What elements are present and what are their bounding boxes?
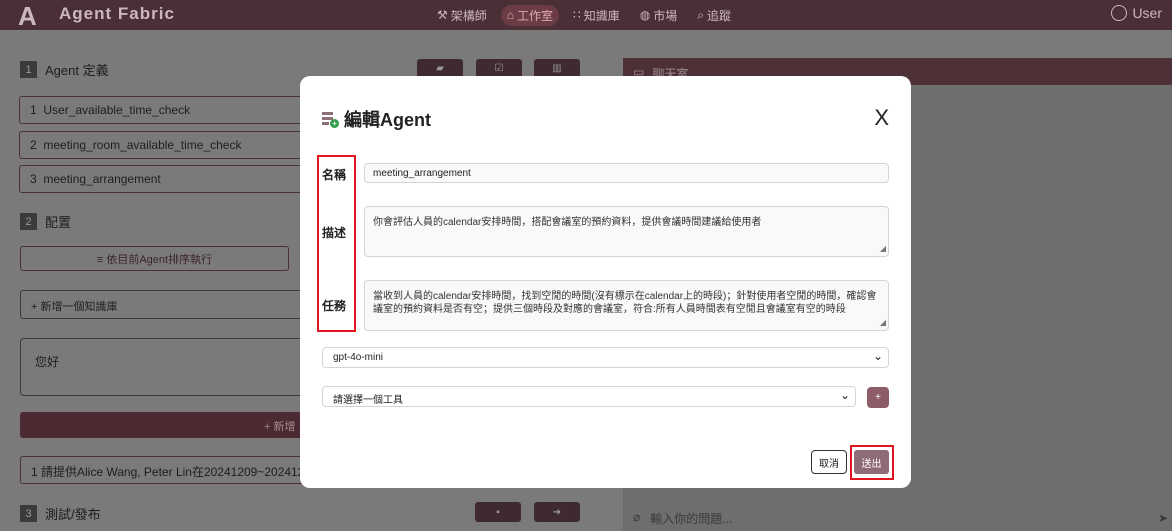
name-field[interactable]: meeting_arrangement [364,163,889,183]
save-button[interactable]: ▪ [475,502,521,522]
greeting-textarea[interactable]: 您好 [20,338,320,396]
section-number: 2 [20,213,37,230]
test-query-item[interactable]: 1 請提供Alice Wang, Peter Lin在20241209~2024… [20,456,320,484]
tool-select-value: 請選擇一個工具 [333,395,403,406]
nav-item-tracking[interactable]: ⌕ 追蹤 [697,7,731,24]
agent-name: meeting_room_available_time_check [43,138,242,152]
close-button[interactable]: X [874,105,889,131]
description-label: 描述 [322,226,347,240]
nav-item-label: 工作室 [517,8,554,23]
model-select-value: gpt-4o-mini [333,352,384,363]
top-bar: A Agent Fabric ⚒ 架構師 ⌂ 工作室 ∷ 知識庫 ◍ 市場 ⌕ … [0,0,1172,31]
section-agent-definition: 1 Agent 定義 [20,60,109,79]
edit-agent-dialog: + 編輯Agent X 名稱 描述 任務 meeting_arrangement… [300,76,911,488]
sort-order-button[interactable]: ≡ 依目前Agent排序執行 [20,246,289,271]
arrow-right-icon: ➜ [552,506,562,518]
attachment-icon[interactable]: ⌀ [633,510,640,525]
section-number: 3 [20,505,37,522]
chat-input-placeholder: 輸入你的問題... [650,512,733,526]
search-icon: ⌕ [697,7,704,22]
nav-item-label: 知識庫 [583,8,620,23]
agent-list-item[interactable]: 1 User_available_time_check [19,96,319,124]
agent-index: 1 [30,103,37,117]
add-knowledge-base-button[interactable]: + 新增一個知識庫 [20,290,320,319]
cancel-button[interactable]: 取消 [811,450,847,474]
logo-icon: A [18,1,37,31]
section-title: Agent 定義 [45,63,109,78]
section-title: 測試/發布 [45,507,101,522]
list-add-icon: + [322,111,339,128]
nav-item-market[interactable]: ◍ 市場 [640,7,678,24]
chevron-down-icon: ⌄ [872,349,883,363]
folder-icon: ▰ [436,63,444,74]
next-button[interactable]: ➜ [534,502,580,522]
name-label: 名稱 [322,168,347,182]
nav-item-architect[interactable]: ⚒ 架構師 [437,7,487,24]
description-field[interactable]: 你會評估人員的calendar安排時間，搭配會議室的預約資料，提供會議時間建議給… [364,206,889,257]
resize-handle-icon[interactable]: ◢ [880,242,886,255]
task-text: 當收到人員的calendar安排時間，找到空閒的時間(沒有標示在calendar… [373,291,877,315]
main-nav: ⚒ 架構師 ⌂ 工作室 ∷ 知識庫 ◍ 市場 ⌕ 追蹤 [437,0,731,30]
nav-item-studio[interactable]: ⌂ 工作室 [500,4,560,26]
agent-name: meeting_arrangement [43,172,161,186]
globe-icon: ◍ [639,8,651,22]
agent-name: User_available_time_check [43,103,191,117]
agent-list-item[interactable]: 3 meeting_arrangement [19,165,319,193]
add-tool-button[interactable]: + [867,387,889,408]
section-number: 1 [20,61,37,78]
agent-index: 3 [30,172,37,186]
section-test-publish: 3 測試/發布 [20,504,101,523]
section-configuration: 2 配置 [20,212,71,231]
model-select[interactable]: gpt-4o-mini ⌄ [322,347,889,368]
dialog-title-text: 編輯Agent [344,110,431,130]
user-icon [1111,5,1128,21]
save-icon: ▪ [496,506,500,518]
user-menu[interactable]: User [1111,5,1162,21]
architect-icon: ⚒ [437,8,448,22]
submit-button[interactable]: 送出 [854,450,889,474]
nav-item-knowledge-base[interactable]: ∷ 知識庫 [573,7,620,24]
send-icon[interactable]: ➤ [1158,511,1168,525]
section-title: 配置 [45,215,72,230]
nav-item-label: 架構師 [450,8,487,23]
studio-icon: ⌂ [506,8,515,22]
resize-handle-icon[interactable]: ◢ [880,316,886,329]
description-text: 你會評估人員的calendar安排時間，搭配會議室的預約資料，提供會議時間建議給… [373,217,762,228]
chat-input[interactable]: ⌀ 輸入你的問題... [623,504,1172,531]
checkbox-icon: ☑ [494,63,504,74]
tool-select[interactable]: 請選擇一個工具 ⌄ [322,386,856,407]
app-name: Agent Fabric [59,4,175,23]
task-field[interactable]: 當收到人員的calendar安排時間，找到空閒的時間(沒有標示在calendar… [364,280,889,331]
chevron-down-icon: ⌄ [839,388,850,402]
task-label: 任務 [322,299,347,313]
user-label: User [1132,5,1162,21]
agent-list-item[interactable]: 2 meeting_room_available_time_check [19,131,319,159]
add-button[interactable]: + 新增 [20,412,320,438]
agent-index: 2 [30,138,37,152]
chart-icon: ▥ [552,63,562,74]
dialog-title: + 編輯Agent [322,106,431,132]
nav-item-label: 追蹤 [706,8,731,23]
grid-icon: ∷ [573,8,581,22]
nav-item-label: 市場 [653,8,678,23]
